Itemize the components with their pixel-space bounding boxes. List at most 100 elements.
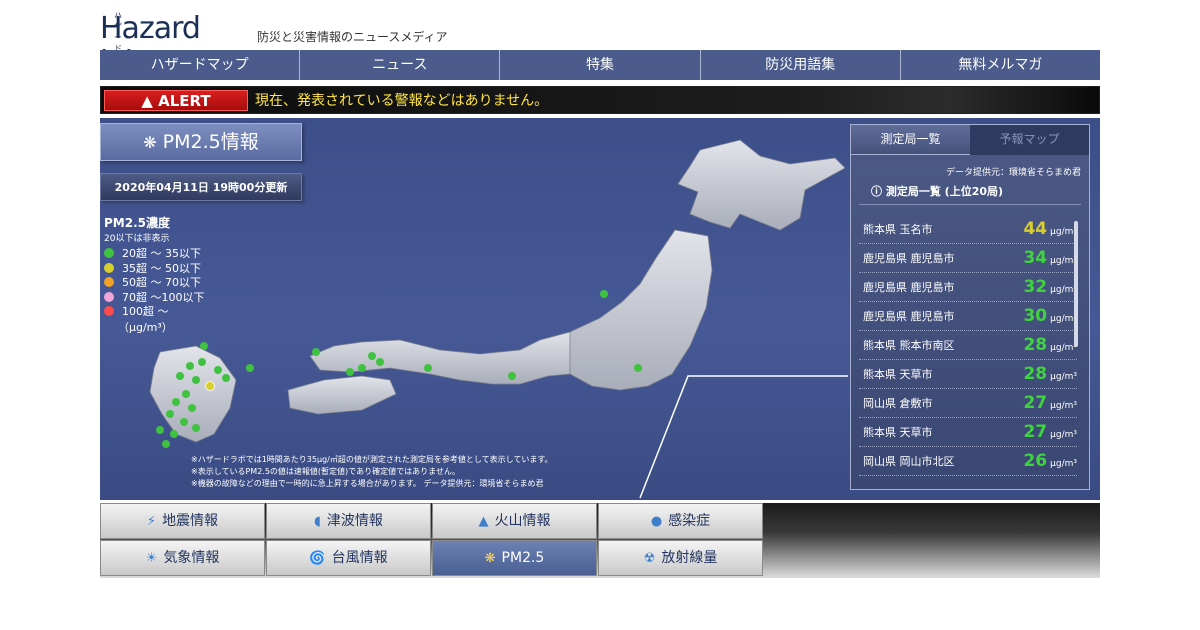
station-value: 27 μg/m³ [1023, 393, 1077, 413]
station-value: 34 μg/m³ [1023, 248, 1077, 268]
menu-button-label: 感染症 [668, 513, 711, 529]
station-marker-yellow[interactable] [205, 381, 215, 391]
station-value: 28 μg/m³ [1023, 364, 1077, 384]
alert-message: 現在、発表されている警報などはありません。 [255, 93, 549, 109]
station-marker[interactable] [188, 404, 196, 412]
station-marker[interactable] [634, 364, 642, 372]
menu-button-sun[interactable]: ☀ 気象情報 [100, 540, 265, 576]
legend-label: 100超 〜 [122, 305, 169, 319]
menu-button-pm25[interactable]: ❋ PM2.5 [432, 540, 597, 576]
menu-button-tsunami[interactable]: ◖ 津波情報 [266, 503, 431, 539]
station-marker[interactable] [186, 362, 194, 370]
scrollbar[interactable] [1074, 221, 1078, 347]
menu-button-quake[interactable]: ⚡ 地震情報 [100, 503, 265, 539]
pm25-map-area: ❋ PM2.5情報 2020年04月11日 19時00分更新 PM2.5濃度 20… [100, 118, 1100, 500]
nav-item-newsletter[interactable]: 無料メルマガ [901, 50, 1100, 80]
nav-item-glossary[interactable]: 防災用語集 [701, 50, 901, 80]
menu-button-volcano[interactable]: ▲ 火山情報 [432, 503, 597, 539]
pm25-title-text: PM2.5情報 [162, 131, 259, 153]
note-line: ※表示しているPM2.5の値は速報値(暫定値)であり確定値ではありません。 [191, 467, 460, 476]
station-marker[interactable] [376, 358, 384, 366]
panel-tabs: 測定局一覧 予報マップ [851, 125, 1089, 155]
station-name: 熊本県 天草市 [863, 426, 933, 439]
legend-title: PM2.5濃度 [104, 216, 170, 230]
station-marker[interactable] [600, 290, 608, 298]
quake-icon: ⚡ [146, 514, 157, 529]
station-name: 鹿児島県 鹿児島市 [863, 310, 955, 323]
nav-item-hazard-map[interactable]: ハザードマップ [100, 50, 301, 80]
tsunami-icon: ◖ [314, 514, 321, 529]
station-marker[interactable] [170, 430, 178, 438]
station-marker[interactable] [156, 426, 164, 434]
radiation-icon: ☢ [643, 551, 656, 566]
menu-button-label: 地震情報 [162, 513, 219, 529]
station-marker[interactable] [182, 390, 190, 398]
station-marker[interactable] [162, 440, 170, 448]
station-marker[interactable] [200, 342, 208, 350]
station-value-number: 28 [1023, 335, 1048, 355]
station-value-number: 44 [1023, 219, 1048, 239]
station-row[interactable]: 岡山県 岡山市北区 26 μg/m³ [859, 447, 1077, 476]
station-list-heading: ⓘ 測定局一覧 (上位20局) [859, 177, 1081, 205]
station-value-number: 34 [1023, 248, 1048, 268]
legend-subtitle: 20以下は非表示 [104, 234, 170, 244]
station-value-unit: μg/m³ [1050, 285, 1077, 295]
station-value-number: 28 [1023, 364, 1048, 384]
station-marker[interactable] [368, 352, 376, 360]
station-value-number: 30 [1023, 306, 1048, 326]
menu-button-radiation[interactable]: ☢ 放射線量 [598, 540, 763, 576]
menu-button-typhoon[interactable]: 🌀 台風情報 [266, 540, 431, 576]
station-marker[interactable] [346, 368, 354, 376]
station-marker[interactable] [508, 372, 516, 380]
station-marker[interactable] [424, 364, 432, 372]
station-value: 30 μg/m³ [1023, 306, 1077, 326]
station-name: 鹿児島県 鹿児島市 [863, 252, 955, 265]
station-value-unit: μg/m³ [1050, 459, 1077, 469]
menu-button-label: 気象情報 [163, 550, 220, 566]
station-marker[interactable] [176, 372, 184, 380]
station-value-unit: μg/m³ [1050, 401, 1077, 411]
data-source: データ提供元：環境省そらまめ君 [945, 168, 1081, 178]
station-row[interactable]: 熊本県 天草市 27 μg/m³ [859, 418, 1077, 447]
station-marker[interactable] [172, 398, 180, 406]
pm25-icon: ❋ [484, 551, 496, 566]
nav-item-news[interactable]: ニュース [300, 50, 501, 80]
volcano-icon: ▲ [478, 514, 489, 529]
station-row[interactable]: 熊本県 熊本市南区 28 μg/m³ [859, 331, 1077, 360]
station-row[interactable]: 熊本県 天草市 28 μg/m³ [859, 360, 1077, 389]
station-marker[interactable] [198, 358, 206, 366]
tab-forecast-map[interactable]: 予報マップ [970, 125, 1089, 155]
station-marker[interactable] [192, 424, 200, 432]
station-name: 熊本県 熊本市南区 [863, 339, 955, 352]
station-marker[interactable] [222, 374, 230, 382]
note-line: ※機器の故障などの理由で一時的に急上昇する場合があります。 データ提供元：環境省… [191, 479, 544, 488]
station-marker[interactable] [192, 376, 200, 384]
station-marker[interactable] [166, 410, 174, 418]
station-value: 26 μg/m³ [1023, 451, 1077, 471]
station-value-number: 27 [1023, 422, 1048, 442]
station-marker[interactable] [312, 348, 320, 356]
legend-dot [104, 248, 114, 259]
station-row[interactable]: 鹿児島県 鹿児島市 32 μg/m³ [859, 273, 1077, 302]
menu-button-virus[interactable]: ● 感染症 [598, 503, 763, 539]
alert-badge: ▲ ALERT [104, 90, 248, 111]
station-value: 28 μg/m³ [1023, 335, 1077, 355]
station-list[interactable]: 熊本県 玉名市 44 μg/m³ 鹿児島県 鹿児島市 34 μg/m³ 鹿児島県 鹿児島市 3… [859, 215, 1077, 487]
typhoon-icon: 🌀 [309, 551, 326, 566]
nav-item-features[interactable]: 特集 [500, 50, 701, 80]
station-row[interactable]: 鹿児島県 鹿児島市 34 μg/m³ [859, 244, 1077, 273]
station-row[interactable]: 熊本県 玉名市 44 μg/m³ [859, 215, 1077, 244]
station-row[interactable]: 鹿児島県 鹿児島市 30 μg/m³ [859, 302, 1077, 331]
alert-bar: ▲ ALERT 現在、発表されている警報などはありません。 [100, 86, 1100, 114]
station-value-unit: μg/m³ [1050, 430, 1077, 440]
station-row[interactable]: 岡山県 倉敷市 27 μg/m³ [859, 389, 1077, 418]
main-nav: ハザードマップ ニュース 特集 防災用語集 無料メルマガ [100, 50, 1100, 80]
station-marker[interactable] [246, 364, 254, 372]
station-marker[interactable] [214, 366, 222, 374]
station-marker[interactable] [358, 364, 366, 372]
update-timestamp: 2020年04月11日 19時00分更新 [100, 173, 302, 201]
station-value: 32 μg/m³ [1023, 277, 1077, 297]
legend-dot [104, 291, 114, 302]
tab-station-list[interactable]: 測定局一覧 [851, 125, 970, 155]
station-marker[interactable] [180, 418, 188, 426]
